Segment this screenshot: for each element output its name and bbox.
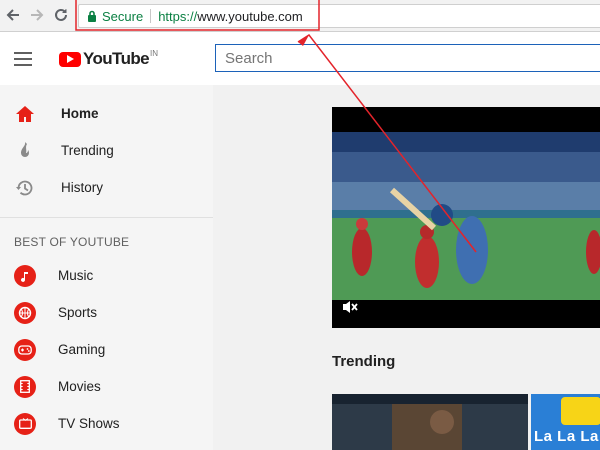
tv-icon-wrap (14, 412, 36, 435)
forward-button[interactable] (26, 4, 48, 26)
address-separator (150, 9, 152, 23)
sidebar: Home Trending History BEST OF YOUTUBE Mu… (0, 85, 213, 450)
sidebar-item-label: History (61, 180, 104, 195)
trending-video-thumbnail[interactable] (332, 394, 528, 450)
gamepad-icon (14, 338, 36, 361)
sidebar-item-sports[interactable]: Sports (0, 294, 213, 331)
sidebar-item-home[interactable]: Home (0, 95, 213, 132)
url-scheme: https:// (158, 8, 198, 24)
sidebar-item-label: TV Shows (58, 416, 120, 431)
sports-icon (14, 301, 36, 324)
sidebar-item-history[interactable]: History (0, 169, 213, 206)
secure-label: Secure (102, 8, 144, 24)
trending-section-title: Trending (332, 353, 396, 370)
sidebar-item-tv-shows[interactable]: TV Shows (0, 405, 213, 442)
logo-region: IN (150, 48, 158, 58)
youtube-play-icon (59, 51, 81, 67)
sidebar-item-label: Sports (58, 305, 98, 320)
flame-icon (14, 140, 36, 162)
thumbnail-title-art (561, 397, 600, 425)
youtube-logo[interactable]: YouTube IN (59, 49, 158, 69)
sidebar-item-label: Home (61, 106, 99, 121)
sidebar-item-label: Gaming (58, 342, 106, 357)
search-input[interactable] (215, 44, 600, 72)
featured-video-player[interactable] (332, 107, 600, 328)
main-content: Trending La La La (213, 85, 600, 450)
thumbnail-text: La La La (534, 428, 599, 445)
youtube-header: YouTube IN (0, 33, 600, 85)
page: Secure https://www.youtube.com YouTube I… (0, 0, 600, 450)
hamburger-line (14, 58, 32, 60)
menu-button[interactable] (14, 50, 34, 68)
featured-video-frame (332, 132, 600, 300)
home-icon (14, 103, 36, 125)
sidebar-item-gaming[interactable]: Gaming (0, 331, 213, 368)
address-bar[interactable]: Secure https://www.youtube.com (78, 4, 600, 28)
browser-toolbar: Secure https://www.youtube.com (0, 0, 600, 32)
hamburger-line (14, 52, 32, 54)
film-icon-wrap (14, 375, 36, 398)
back-button[interactable] (2, 4, 24, 26)
sidebar-item-label: Movies (58, 379, 101, 394)
music-icon-wrap (14, 264, 36, 287)
sidebar-item-label: Trending (61, 143, 114, 158)
sidebar-divider (0, 217, 213, 218)
lock-icon (87, 10, 97, 22)
url-host: www.youtube.com (197, 8, 303, 24)
sidebar-item-trending[interactable]: Trending (0, 132, 213, 169)
logo-text: YouTube (83, 49, 150, 68)
tv-icon (14, 412, 36, 435)
trending-video-thumbnail[interactable]: La La La (531, 394, 600, 450)
film-icon (14, 375, 36, 398)
hamburger-line (14, 64, 32, 66)
reload-button[interactable] (50, 4, 72, 26)
reload-icon (55, 8, 67, 21)
forward-icon (31, 9, 44, 21)
sidebar-section-title: BEST OF YOUTUBE (14, 235, 130, 249)
sidebar-item-movies[interactable]: Movies (0, 368, 213, 405)
mute-icon[interactable] (341, 299, 359, 315)
gamepad-icon-wrap (14, 338, 36, 361)
music-icon (14, 264, 36, 287)
history-icon (14, 177, 36, 199)
sidebar-item-label: Music (58, 268, 94, 283)
back-icon (6, 9, 19, 21)
thumbnail-image (332, 394, 528, 450)
sidebar-item-music[interactable]: Music (0, 257, 213, 294)
sports-icon-wrap (14, 301, 36, 324)
